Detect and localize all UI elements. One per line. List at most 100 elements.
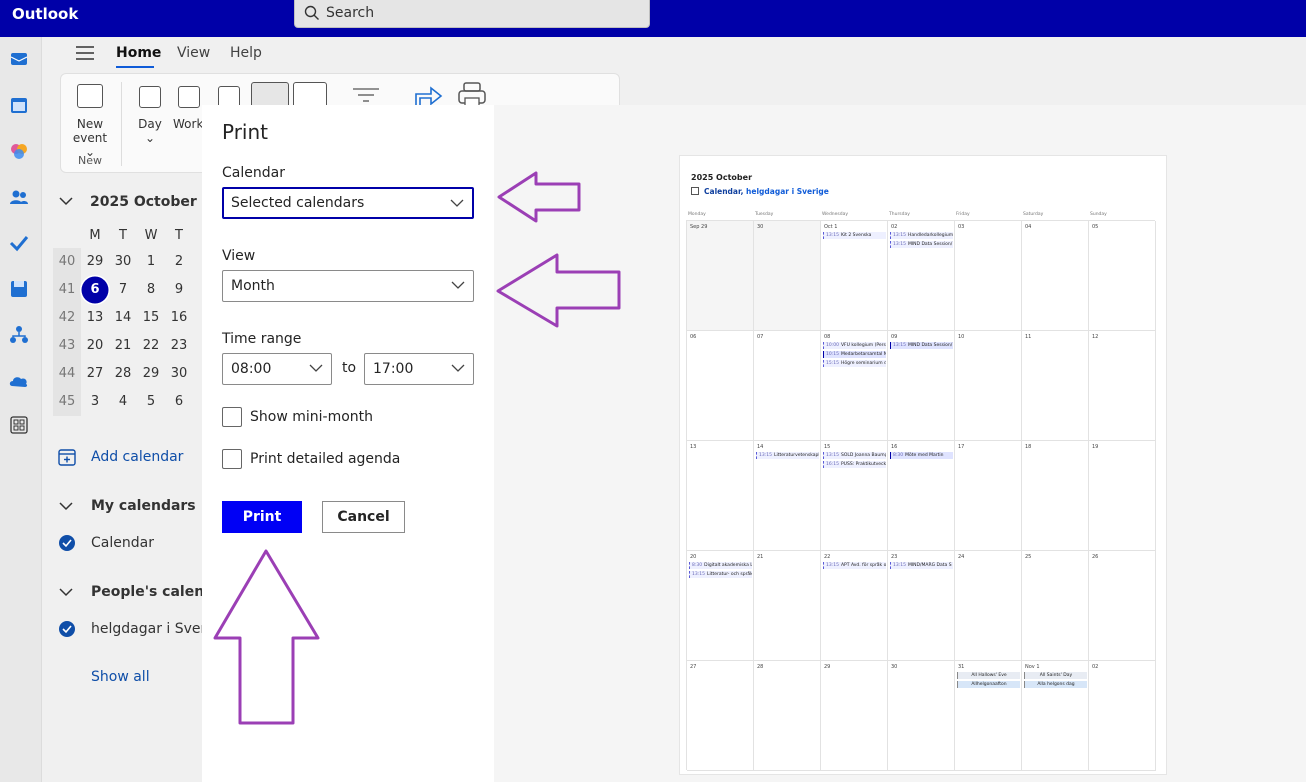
mini-day[interactable]: 21 (109, 332, 137, 360)
mini-day[interactable]: 14 (109, 304, 137, 332)
day-view-button[interactable]: Day ⌄ (131, 117, 169, 145)
mini-day[interactable]: 6 (165, 388, 193, 416)
show-mini-month-checkbox[interactable] (222, 407, 242, 427)
preview-event: 13:15 Kit 2 Svenska (823, 232, 886, 239)
preview-day-number: 09 (891, 334, 898, 340)
mini-day[interactable]: 6 (83, 278, 107, 302)
preview-day-number: 16 (891, 444, 898, 450)
search-box[interactable]: Search (294, 0, 650, 28)
mini-day[interactable]: 22 (137, 332, 165, 360)
todo-icon[interactable] (9, 233, 29, 253)
print-detailed-agenda-checkbox[interactable] (222, 449, 242, 469)
start-time-value: 08:00 (231, 361, 272, 377)
preview-weekday: Friday (956, 212, 970, 217)
app-rail (0, 37, 42, 782)
hamburger-icon[interactable] (76, 46, 94, 60)
calendar-item[interactable]: Calendar (91, 535, 154, 551)
search-placeholder: Search (326, 5, 375, 21)
preview-day-number: 03 (958, 224, 965, 230)
show-mini-month-label[interactable]: Show mini-month (250, 409, 373, 425)
mini-day[interactable]: 30 (165, 360, 193, 388)
preview-day-cell: Sep 29 (687, 221, 754, 331)
preview-event-subject: Alla helgons dag (1037, 682, 1075, 687)
end-time-value: 17:00 (373, 361, 414, 377)
mini-day[interactable]: 28 (109, 360, 137, 388)
chevron-down-icon[interactable] (58, 585, 74, 599)
mini-day[interactable]: 4 (109, 388, 137, 416)
copilot-icon[interactable] (9, 141, 29, 161)
preview-day-cell: 13 (687, 441, 754, 551)
preview-weekday: Wednesday (822, 212, 849, 217)
chevron-down-icon[interactable] (58, 194, 74, 208)
tab-view[interactable]: View (177, 45, 210, 61)
preview-weekday: Sunday (1090, 212, 1107, 217)
mini-day[interactable]: 1 (137, 248, 165, 276)
mini-day[interactable]: 3 (81, 388, 109, 416)
preview-month-grid: Sep 29 30 Oct 1 13:15 Kit 2 Svenska 02 13:15 Ha… (686, 220, 1156, 771)
print-preview-page: 2025 October Calendar, helgdagar i Sveri… (679, 155, 1167, 775)
check-circle-icon[interactable] (59, 621, 75, 637)
mini-day[interactable]: 15 (137, 304, 165, 332)
mini-day[interactable]: 16 (165, 304, 193, 332)
apps-icon[interactable] (9, 415, 29, 435)
preview-event: 10:15 Medarbetarsamtal N (823, 351, 886, 358)
calendar-select[interactable]: Selected calendars (222, 187, 474, 219)
app-title[interactable]: Outlook (12, 5, 78, 23)
mini-day[interactable]: 23 (165, 332, 193, 360)
chevron-down-icon[interactable] (58, 499, 74, 513)
preview-event-subject: SOLD Joanna Baumg (840, 453, 886, 458)
mini-day[interactable]: 2 (165, 248, 193, 276)
preview-event-subject: Digitalt akademiska L (704, 563, 752, 568)
mini-day[interactable]: 7 (109, 276, 137, 304)
mini-day[interactable]: 20 (81, 332, 109, 360)
org-icon[interactable] (9, 325, 29, 345)
preview-day-cell: 12 (1089, 331, 1156, 441)
filter-icon[interactable] (353, 88, 379, 102)
annotation-arrow-up-icon (213, 549, 320, 725)
mini-day[interactable]: 29 (137, 360, 165, 388)
mini-day[interactable]: 27 (81, 360, 109, 388)
view-label: View (222, 248, 256, 264)
preview-day-cell: 24 (955, 551, 1022, 661)
tab-help[interactable]: Help (230, 45, 262, 61)
mail-icon[interactable] (9, 49, 29, 69)
mini-day[interactable]: 13 (81, 304, 109, 332)
print-button[interactable]: Print (222, 501, 302, 533)
show-all-link[interactable]: Show all (91, 669, 150, 685)
preview-day-cell: 06 (687, 331, 754, 441)
mini-calendar-title[interactable]: 2025 October (90, 194, 197, 210)
preview-event-subject: MIND/MARG Data S (907, 563, 952, 568)
onenote-save-icon[interactable] (9, 279, 29, 299)
view-select[interactable]: Month (222, 270, 474, 302)
check-circle-icon[interactable] (59, 535, 75, 551)
add-calendar-link[interactable]: Add calendar (91, 449, 183, 465)
chevron-down-icon (450, 199, 464, 207)
new-event-button[interactable]: New event ⌄ (69, 117, 111, 159)
mini-day[interactable]: 5 (137, 388, 165, 416)
print-detailed-agenda-label[interactable]: Print detailed agenda (250, 451, 400, 467)
mini-day[interactable]: 9 (165, 276, 193, 304)
preview-day-number: 27 (690, 664, 697, 670)
start-time-select[interactable]: 08:00 (222, 353, 332, 385)
work-week-button[interactable]: Work week (173, 117, 205, 131)
preview-day-number: Nov 1 (1025, 664, 1040, 670)
mini-day[interactable]: 29 (81, 248, 109, 276)
mini-day[interactable]: 30 (109, 248, 137, 276)
people-icon[interactable] (9, 187, 29, 207)
preview-event-subject: PUSS: Praktikutveckl (840, 462, 886, 467)
preview-day-number: 14 (757, 444, 764, 450)
mini-day[interactable]: 8 (137, 276, 165, 304)
tab-home[interactable]: Home (116, 45, 161, 61)
work-week-icon (178, 86, 200, 108)
cancel-button[interactable]: Cancel (322, 501, 405, 533)
preview-day-number: 23 (891, 554, 898, 560)
my-calendars-header[interactable]: My calendars (91, 498, 196, 514)
preview-day-number: Oct 1 (824, 224, 838, 230)
preview-event: 10:00 VFU kollegium (Pers (823, 342, 886, 349)
calendar-icon[interactable] (9, 95, 29, 115)
top-bar: Outlook Search (0, 0, 1306, 37)
preview-event-time: 10:15 (826, 352, 839, 357)
end-time-select[interactable]: 17:00 (364, 353, 474, 385)
onedrive-icon[interactable] (9, 371, 29, 391)
preview-event: 13:15 Litteratur- och språk (689, 571, 752, 578)
